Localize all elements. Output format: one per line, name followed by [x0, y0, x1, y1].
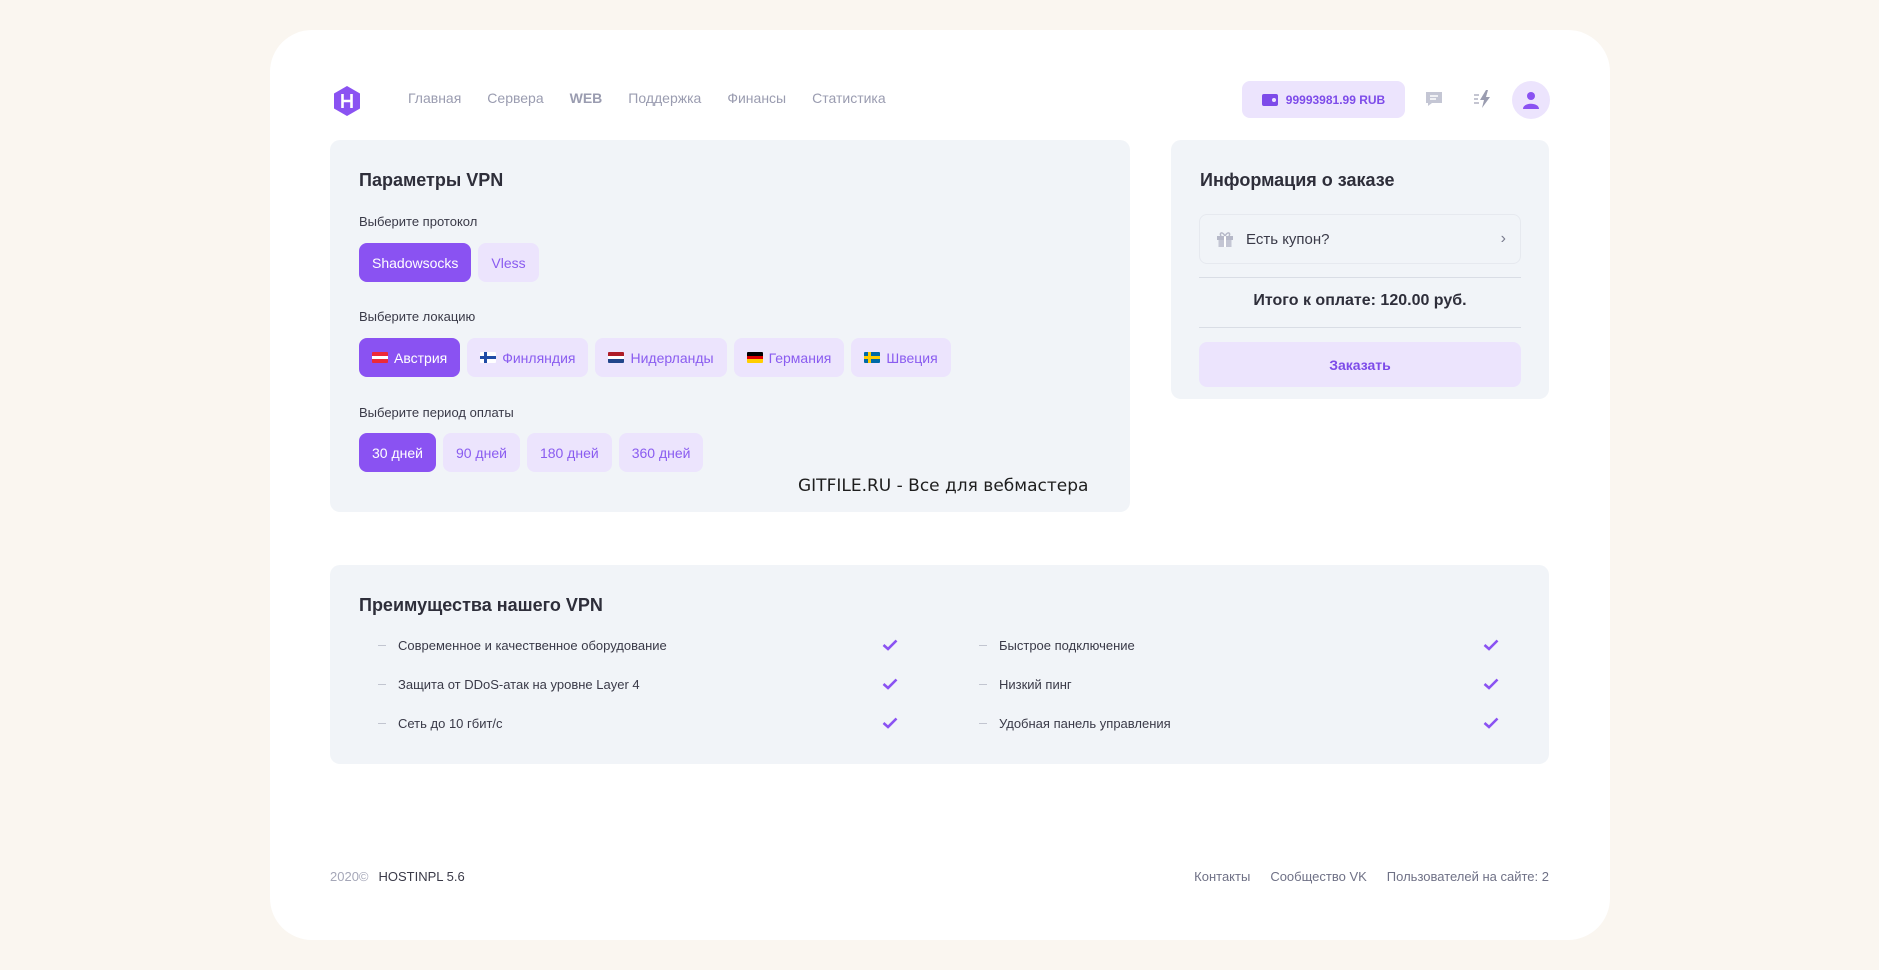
location-label: Выберите локацию	[359, 309, 476, 324]
check-icon	[1483, 639, 1499, 651]
period-180[interactable]: 180 дней	[526, 433, 612, 472]
chat-icon[interactable]	[1423, 88, 1445, 110]
lightning-icon[interactable]	[1472, 88, 1494, 110]
coupon-label: Есть купон?	[1246, 230, 1330, 248]
feature-item: Современное и качественное оборудование	[378, 635, 667, 655]
feature-item: Быстрое подключение	[979, 635, 1135, 655]
advantages-title: Преимущества нашего VPN	[359, 595, 603, 615]
main-nav: Главная Сервера WEB Поддержка Финансы Ст…	[408, 90, 886, 106]
footer-year: 2020©	[330, 869, 369, 884]
period-360[interactable]: 360 дней	[618, 433, 704, 472]
location-sweden-label: Швеция	[886, 349, 938, 366]
footer-contacts-link[interactable]: Контакты	[1194, 869, 1250, 884]
protocol-options: Shadowsocks Vless	[359, 243, 539, 282]
feature-text: Сеть до 10 гбит/с	[398, 715, 503, 731]
watermark-text: GITFILE.RU - Все для вебмастера	[798, 476, 1089, 496]
location-germany[interactable]: Германия	[733, 338, 845, 377]
order-info-title: Информация о заказе	[1200, 170, 1395, 190]
feature-text: Современное и качественное оборудование	[398, 637, 667, 653]
divider	[1199, 277, 1521, 278]
germany-flag-icon	[746, 352, 763, 363]
check-icon	[882, 639, 898, 651]
feature-item: Низкий пинг	[979, 674, 1072, 694]
coupon-button[interactable]: Есть купон? ›	[1199, 214, 1521, 264]
divider	[1199, 327, 1521, 328]
chevron-right-icon: ›	[1500, 230, 1506, 247]
feature-text: Быстрое подключение	[999, 637, 1135, 653]
austria-flag-icon	[372, 352, 388, 363]
nav-support[interactable]: Поддержка	[628, 90, 701, 106]
vpn-params-title: Параметры VPN	[359, 170, 504, 190]
footer-left: 2020© HOSTINPL 5.6	[330, 869, 465, 884]
finland-flag-icon	[480, 352, 497, 363]
order-total: Итого к оплате: 120.00 руб.	[1253, 292, 1467, 309]
footer-version: HOSTINPL 5.6	[378, 869, 465, 884]
nav-web[interactable]: WEB	[570, 90, 603, 106]
feature-item: Удобная панель управления	[979, 713, 1171, 733]
check-icon	[882, 678, 898, 690]
gift-icon	[1217, 232, 1233, 247]
period-options: 30 дней 90 дней 180 дней 360 дней	[359, 433, 704, 472]
location-sweden[interactable]: Швеция	[851, 338, 951, 377]
order-info-panel: Информация о заказе Есть купон? › Итого …	[1171, 140, 1549, 399]
balance-button[interactable]: 99993981.99 RUB	[1242, 81, 1405, 118]
feature-text: Защита от DDoS-атак на уровне Layer 4	[398, 676, 640, 692]
logo-icon[interactable]	[334, 86, 360, 116]
nav-servers[interactable]: Сервера	[487, 90, 543, 106]
feature-item: Сеть до 10 гбит/с	[378, 713, 503, 733]
sweden-flag-icon	[864, 352, 881, 363]
nav-stats[interactable]: Статистика	[812, 90, 886, 106]
feature-item: Защита от DDoS-атак на уровне Layer 4	[378, 674, 640, 694]
location-netherlands[interactable]: Нидерланды	[595, 338, 727, 377]
nav-home[interactable]: Главная	[408, 90, 461, 106]
advantages-panel: Преимущества нашего VPN Современное и ка…	[330, 565, 1549, 764]
location-finland-label: Финляндия	[502, 349, 576, 366]
period-label: Выберите период оплаты	[359, 405, 514, 420]
period-30[interactable]: 30 дней	[359, 433, 436, 472]
vpn-params-panel: Параметры VPN Выберите протокол Shadowso…	[330, 140, 1130, 512]
order-button[interactable]: Заказать	[1199, 342, 1521, 387]
footer-links: Контакты Сообщество VK Пользователей на …	[1194, 869, 1549, 884]
check-icon	[1483, 717, 1499, 729]
netherlands-flag-icon	[608, 352, 625, 363]
feature-text: Низкий пинг	[999, 676, 1072, 692]
location-austria-label: Австрия	[394, 349, 448, 366]
feature-text: Удобная панель управления	[999, 715, 1171, 731]
location-netherlands-label: Нидерланды	[630, 349, 714, 366]
location-germany-label: Германия	[768, 349, 832, 366]
user-icon	[1523, 92, 1539, 109]
wallet-icon	[1261, 93, 1278, 106]
location-finland[interactable]: Финляндия	[467, 338, 589, 377]
balance-amount: 99993981.99 RUB	[1285, 92, 1386, 107]
protocol-vless[interactable]: Vless	[478, 243, 539, 282]
period-90[interactable]: 90 дней	[442, 433, 520, 472]
location-options: Австрия Финляндия Нидерланды Германия Шв…	[359, 338, 951, 377]
user-avatar[interactable]	[1512, 81, 1550, 119]
protocol-label: Выберите протокол	[359, 214, 478, 229]
protocol-shadowsocks[interactable]: Shadowsocks	[359, 243, 472, 282]
location-austria[interactable]: Австрия	[359, 338, 461, 377]
footer-vk-link[interactable]: Сообщество VK	[1270, 869, 1366, 884]
nav-finance[interactable]: Финансы	[727, 90, 786, 106]
check-icon	[882, 717, 898, 729]
check-icon	[1483, 678, 1499, 690]
footer-online-users: Пользователей на сайте: 2	[1386, 869, 1549, 884]
